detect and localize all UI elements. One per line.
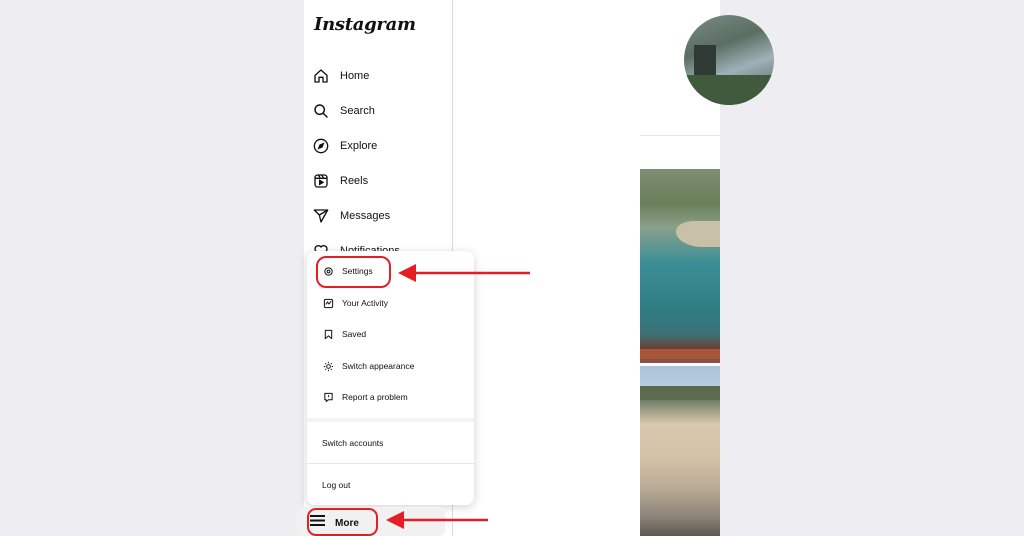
arrow-head [398,264,416,282]
arrow-head [386,511,404,529]
annotation-arrows [386,264,530,529]
